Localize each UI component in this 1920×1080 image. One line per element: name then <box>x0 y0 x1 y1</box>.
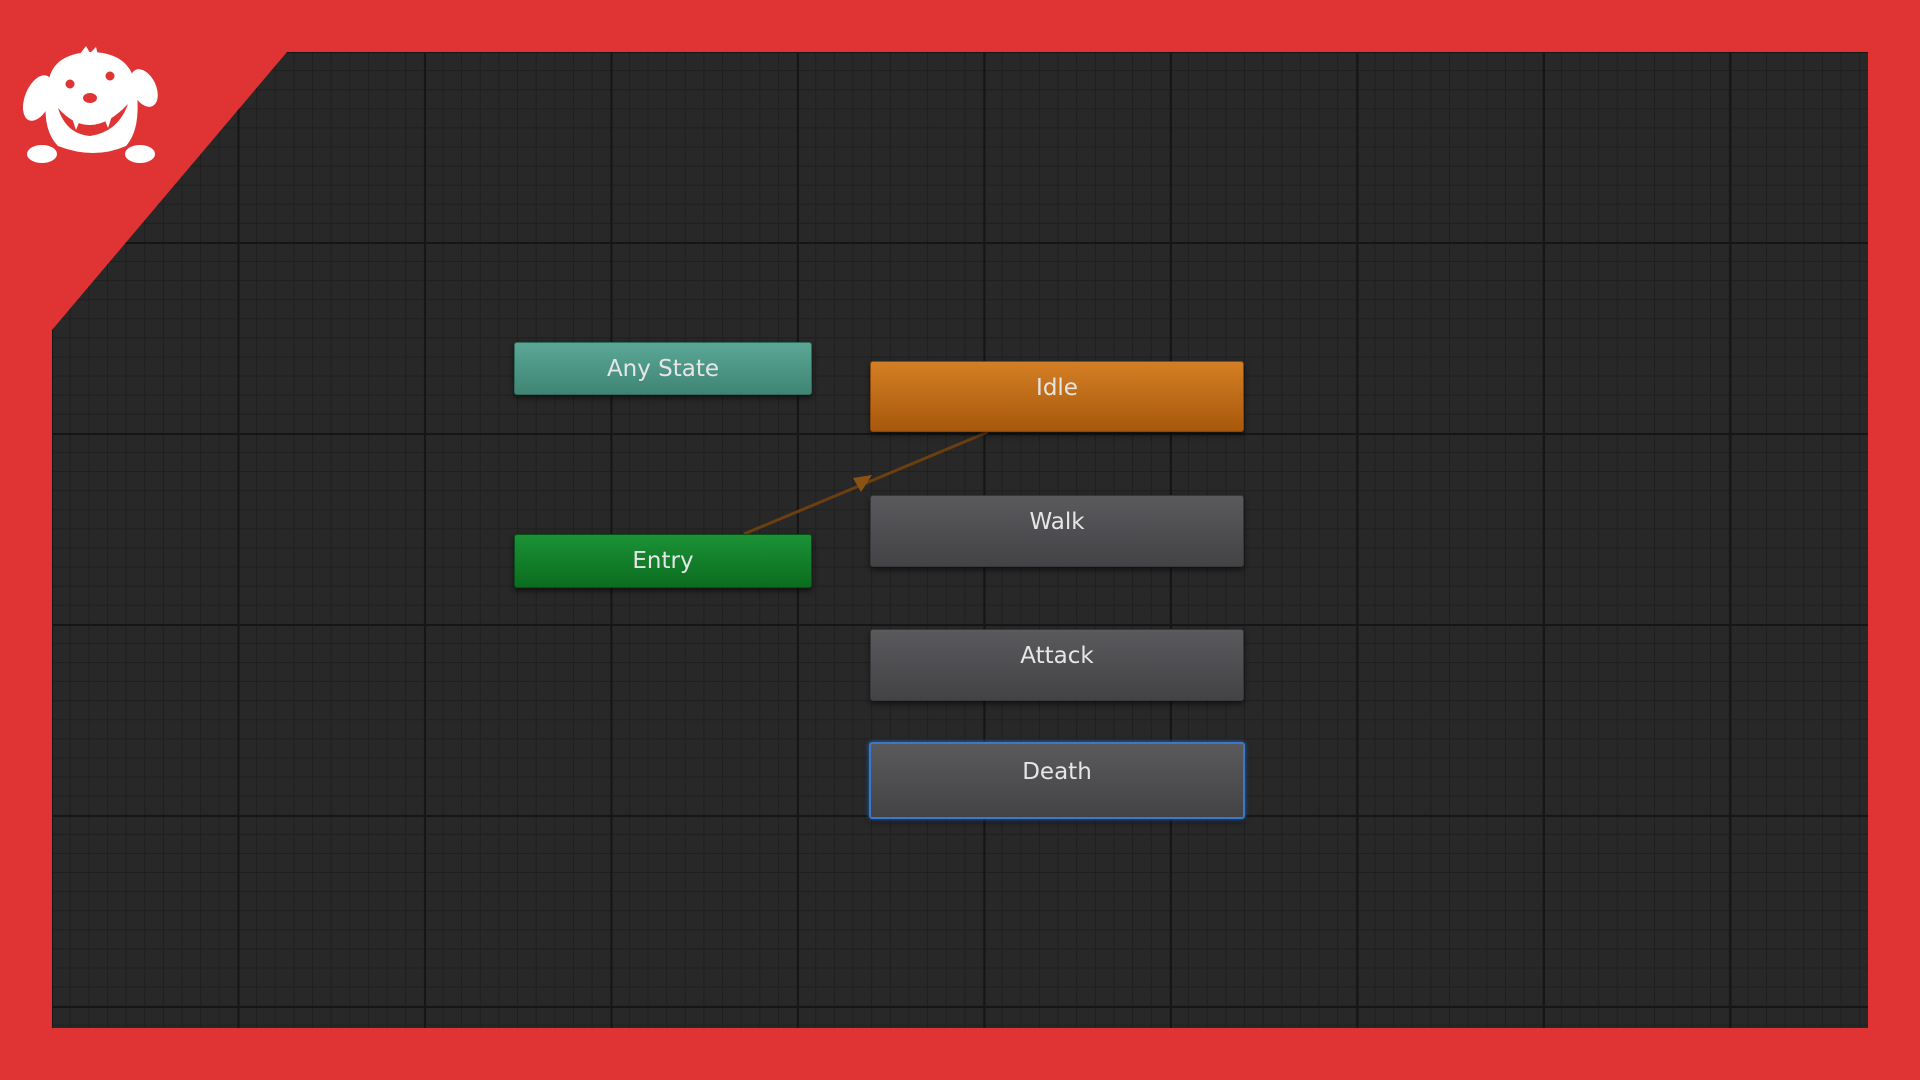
state-attack[interactable]: Attack <box>870 629 1244 701</box>
state-idle[interactable]: Idle <box>870 361 1244 432</box>
state-entry[interactable]: Entry <box>514 534 812 588</box>
state-label: Attack <box>1020 643 1094 669</box>
state-death[interactable]: Death <box>869 742 1245 819</box>
dog-mascot-icon <box>22 46 158 163</box>
state-walk[interactable]: Walk <box>870 495 1244 567</box>
state-label: Death <box>1022 759 1092 785</box>
state-label: Idle <box>1036 375 1078 401</box>
state-label: Walk <box>1029 509 1085 535</box>
state-label: Any State <box>606 355 720 382</box>
state-label: Entry <box>632 548 694 574</box>
state-any-state[interactable]: Any State <box>514 342 812 395</box>
